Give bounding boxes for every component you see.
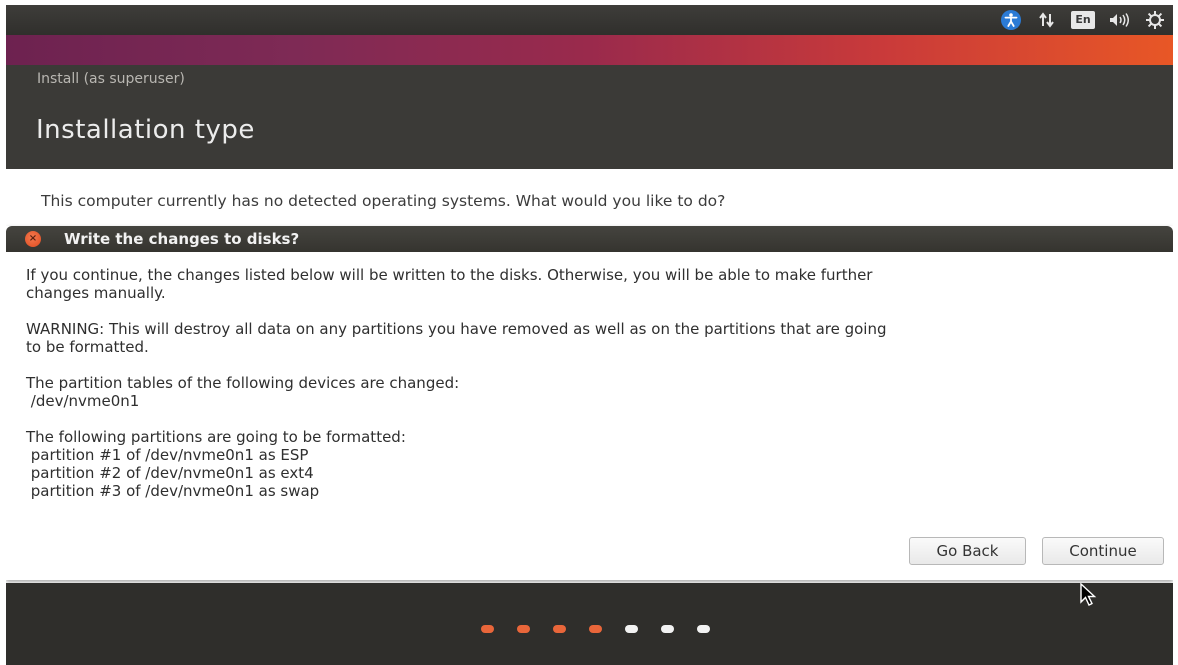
question-text: This computer currently has no detected … [41,192,726,210]
progress-dot-done [517,625,530,633]
dialog-titlebar: × Write the changes to disks? [6,226,1173,252]
footer-area [6,583,1173,665]
device-item: /dev/nvme0n1 [26,392,140,410]
go-back-button[interactable]: Go Back [909,537,1026,565]
progress-dots [481,625,710,633]
volume-icon[interactable] [1101,5,1137,35]
progress-dot-pending [661,625,674,633]
intro-line: changes manually. [26,284,166,302]
window-title: Install (as superuser) [37,71,185,87]
indicator-area: En [993,5,1173,35]
partition-item: partition #2 of /dev/nvme0n1 as ext4 [26,464,314,482]
partition-tables-paragraph: The partition tables of the following de… [26,374,1166,410]
keyboard-language-icon[interactable]: En [1065,5,1101,35]
dialog-body: If you continue, the changes listed belo… [26,266,1166,518]
language-indicator: En [1071,11,1095,29]
intro-line: If you continue, the changes listed belo… [26,266,873,284]
warning-paragraph: WARNING: This will destroy all data on a… [26,320,1166,356]
format-heading: The following partitions are going to be… [26,428,406,446]
warning-line: WARNING: This will destroy all data on a… [26,320,887,338]
partition-item: partition #3 of /dev/nvme0n1 as swap [26,482,320,500]
top-panel: En [6,5,1173,35]
write-changes-dialog: × Write the changes to disks? If you con… [6,226,1173,580]
network-icon[interactable] [1029,5,1065,35]
accessibility-icon[interactable] [993,5,1029,35]
progress-dot-done [589,625,602,633]
progress-dot-pending [697,625,710,633]
power-settings-icon[interactable] [1137,5,1173,35]
ubuntu-gradient-stripe [6,35,1173,65]
format-paragraph: The following partitions are going to be… [26,428,1166,500]
dialog-title: Write the changes to disks? [64,230,300,248]
intro-paragraph: If you continue, the changes listed belo… [26,266,1166,302]
partition-item: partition #1 of /dev/nvme0n1 as ESP [26,446,309,464]
installer-screen: En Install (as superuser) Installation t… [6,5,1173,665]
progress-dot-pending [625,625,638,633]
partition-tables-heading: The partition tables of the following de… [26,374,460,392]
page-title: Installation type [36,115,255,145]
continue-button[interactable]: Continue [1042,537,1164,565]
warning-line: to be formatted. [26,338,149,356]
progress-dot-done [481,625,494,633]
close-icon[interactable]: × [25,231,41,247]
mouse-cursor-icon [1080,583,1097,606]
progress-dot-done [553,625,566,633]
